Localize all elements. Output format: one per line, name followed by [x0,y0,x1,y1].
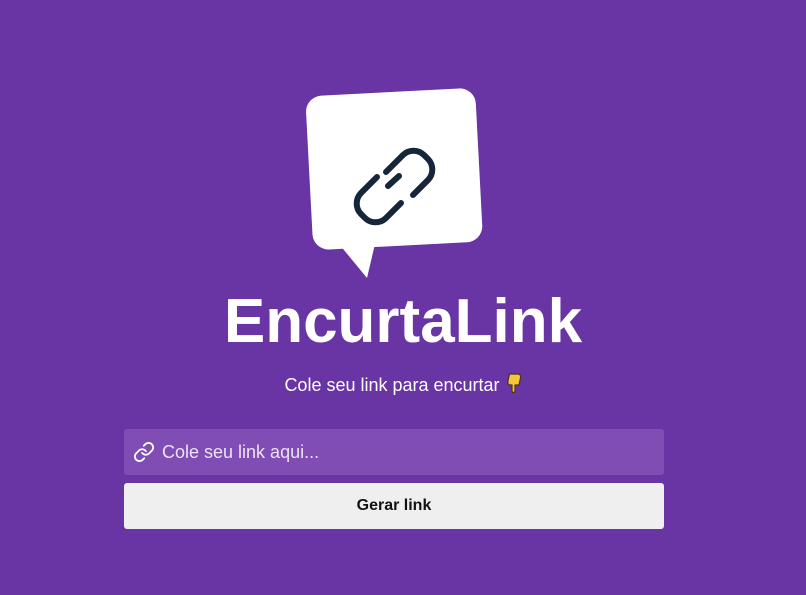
link-input[interactable] [162,429,656,475]
chain-link-speech-bubble-icon [306,88,483,278]
subtitle-text: Cole seu link para encurtar [284,375,500,395]
subtitle: Cole seu link para encurtar [0,372,806,400]
link-input-container [124,429,664,475]
link-icon [133,441,155,463]
app-title: EncurtaLink [223,287,583,356]
logo [303,86,485,278]
generate-link-button[interactable]: Gerar link [124,483,664,529]
pointing-down-hand-icon [506,372,522,400]
